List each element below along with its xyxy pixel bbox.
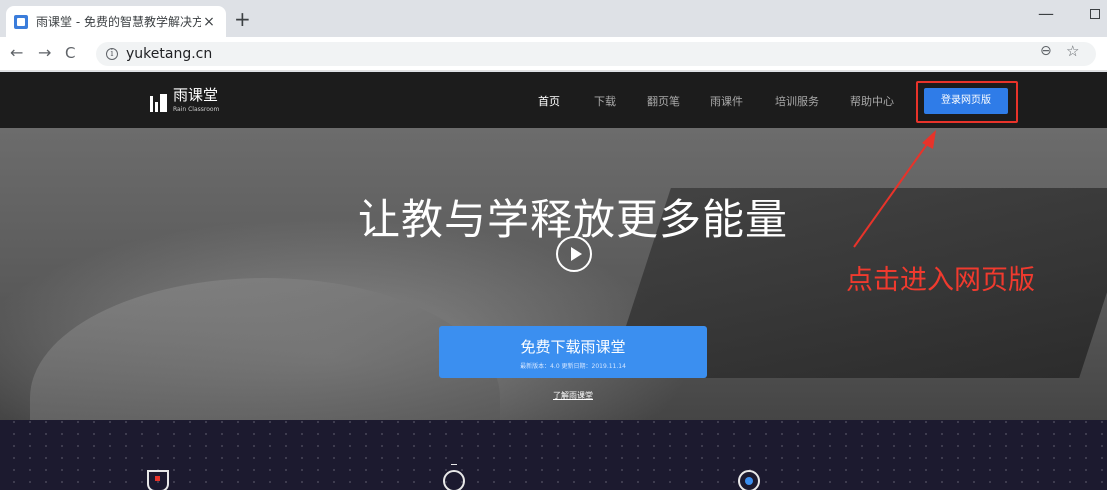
site-navbar: 雨课堂 Rain Classroom 首页 下载 翻页笔 雨课件 培训服务 帮助…: [0, 72, 1107, 128]
highlight-box: [916, 81, 1018, 123]
nav-courseware[interactable]: 雨课件: [710, 93, 743, 109]
logo-name: 雨课堂: [173, 86, 219, 104]
play-video-icon[interactable]: [556, 236, 592, 272]
lightbulb-icon: [443, 464, 465, 490]
nav-download[interactable]: 下载: [594, 93, 616, 109]
tab-strip: 雨课堂 - 免费的智慧教学解决方 × + —: [0, 0, 1107, 37]
site-info-icon[interactable]: i: [106, 48, 118, 60]
download-button[interactable]: 免费下载雨课堂 最新版本：4.0 更新日期：2019.11.14: [439, 326, 707, 378]
bookmark-star-icon[interactable]: ☆: [1066, 42, 1079, 60]
logo-text: 雨课堂 Rain Classroom: [173, 88, 219, 117]
zoom-out-icon[interactable]: ⊖: [1040, 43, 1052, 59]
back-arrow-icon[interactable]: ←: [10, 44, 23, 62]
learn-more-link[interactable]: 了解雨课堂: [0, 390, 1107, 401]
tab-close-icon[interactable]: ×: [201, 14, 217, 30]
features-section: [0, 420, 1107, 490]
nav-page-pen[interactable]: 翻页笔: [647, 93, 680, 109]
hero-banner: 让教与学释放更多能量 点击进入网页版 免费下载雨课堂 最新版本：4.0 更新日期…: [0, 128, 1107, 420]
maximize-icon[interactable]: [1090, 9, 1100, 19]
target-icon: [738, 470, 760, 490]
url-text[interactable]: yuketang.cn: [126, 46, 212, 62]
nav-home[interactable]: 首页: [538, 93, 560, 109]
reload-icon[interactable]: C: [65, 44, 75, 62]
favicon-icon: [14, 14, 28, 29]
logo-bars-icon: [150, 93, 167, 112]
web-page: 雨课堂 Rain Classroom 首页 下载 翻页笔 雨课件 培训服务 帮助…: [0, 72, 1107, 490]
download-version-info: 最新版本：4.0 更新日期：2019.11.14: [520, 363, 626, 370]
forward-arrow-icon[interactable]: →: [38, 44, 51, 62]
browser-tab[interactable]: 雨课堂 - 免费的智慧教学解决方 ×: [6, 6, 226, 37]
browser-toolbar: ← → C i yuketang.cn ⊖ ☆: [0, 37, 1107, 71]
annotation-text: 点击进入网页版: [846, 265, 1035, 296]
hero-title: 让教与学释放更多能量: [357, 195, 788, 244]
address-bar[interactable]: i yuketang.cn: [96, 42, 1096, 66]
nav-help-center[interactable]: 帮助中心: [850, 93, 894, 109]
cup-icon: [147, 470, 169, 490]
nav-training[interactable]: 培训服务: [775, 93, 819, 109]
download-label: 免费下载雨课堂: [520, 338, 626, 356]
minimize-icon[interactable]: —: [1038, 4, 1054, 23]
logo-tagline: Rain Classroom: [173, 106, 220, 113]
new-tab-button[interactable]: +: [234, 9, 251, 29]
tab-title: 雨课堂 - 免费的智慧教学解决方: [36, 15, 201, 29]
site-logo[interactable]: 雨课堂 Rain Classroom: [150, 88, 219, 117]
